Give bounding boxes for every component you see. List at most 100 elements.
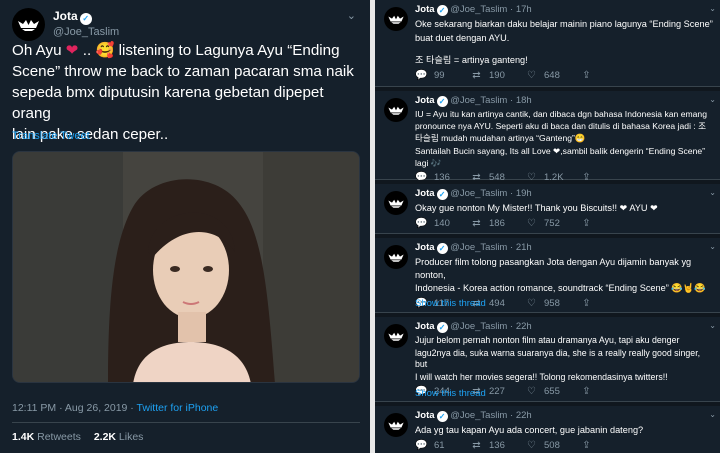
retweet-button[interactable]: ⇄ 186	[470, 218, 525, 229]
reply-button[interactable]: 💬 99	[415, 70, 470, 81]
chevron-down-icon[interactable]: ⌄	[709, 4, 716, 13]
likes-stat[interactable]: 2.2K Likes	[94, 431, 144, 443]
avatar[interactable]	[384, 324, 408, 348]
list-item[interactable]: Jota ✓ @Joe_Taslim · 22h Ada yg tau kapan…	[375, 406, 720, 453]
list-item[interactable]: Jota ✓ @Joe_Taslim · 22h Jujur belom pern…	[375, 317, 720, 402]
tweet-text: Jujur belom pernah nonton film atau dram…	[415, 335, 701, 382]
display-name[interactable]: Jota	[415, 321, 435, 332]
avatar[interactable]	[384, 413, 408, 437]
share-icon: ⇪	[582, 297, 591, 309]
retweets-stat[interactable]: 1.4K Retweets	[12, 431, 81, 443]
share-icon: ⇪	[582, 69, 591, 81]
tweet-photo[interactable]	[12, 151, 360, 383]
like-icon: ♡	[527, 217, 536, 229]
chevron-down-icon[interactable]: ⌄	[347, 9, 356, 22]
retweet-icon: ⇄	[472, 69, 481, 81]
tweet-header: Jota ✓ @Joe_Taslim · 22h	[415, 321, 532, 333]
like-icon: ♡	[527, 297, 536, 309]
display-name[interactable]: Jota	[415, 95, 435, 106]
like-button[interactable]: ♡ 655	[525, 386, 580, 397]
list-item[interactable]: Jota ✓ @Joe_Taslim · 19h Okay gue nonton …	[375, 184, 720, 234]
tweet-text: Oke sekarang biarkan daku belajar mainin…	[415, 19, 713, 65]
tweet-time[interactable]: 17h	[516, 4, 532, 15]
avatar-logo	[18, 20, 39, 31]
verified-icon: ✓	[436, 189, 448, 200]
avatar-logo	[388, 421, 404, 430]
share-button[interactable]: ⇪	[580, 298, 635, 309]
like-button[interactable]: ♡ 648	[525, 70, 580, 81]
user-handle[interactable]: @Joe_Taslim	[450, 321, 507, 332]
reply-button[interactable]: 💬 140	[415, 218, 470, 229]
heart-emoji: ❤	[65, 42, 79, 59]
display-name[interactable]: Jota	[415, 188, 435, 199]
reply-list: Jota ✓ @Joe_Taslim · 17h Oke sekarang bia…	[375, 0, 720, 453]
tweet-time[interactable]: 18h	[516, 95, 532, 106]
avatar[interactable]	[384, 191, 408, 215]
tweet-header: Jota ✓ @Joe_Taslim · 22h	[415, 410, 532, 422]
tweet-time[interactable]: 22h	[516, 321, 532, 332]
tweet-text: Ada yg tau kapan Ayu ada concert, gue ja…	[415, 425, 644, 435]
translate-tweet-link[interactable]: Translate Tweet	[12, 130, 90, 142]
user-handle[interactable]: @Joe_Taslim	[450, 410, 507, 421]
retweet-icon: ⇄	[472, 439, 481, 451]
list-item[interactable]: Jota ✓ @Joe_Taslim · 18h IU = Ayu itu kan…	[375, 91, 720, 183]
list-item[interactable]: Jota ✓ @Joe_Taslim · 17h Oke sekarang bia…	[375, 0, 720, 87]
share-button[interactable]: ⇪	[580, 386, 635, 397]
display-name[interactable]: Jota	[415, 410, 435, 421]
share-button[interactable]: ⇪	[580, 70, 635, 81]
show-thread-link[interactable]: Show this thread	[415, 388, 486, 399]
avatar[interactable]	[12, 8, 45, 41]
user-handle[interactable]: @Joe_Taslim	[450, 4, 507, 15]
share-button[interactable]: ⇪	[580, 440, 635, 451]
tweet-header: Jota ✓ @Joe_Taslim · 18h	[415, 95, 532, 107]
chevron-down-icon[interactable]: ⌄	[709, 188, 716, 197]
display-name[interactable]: Jota	[415, 242, 435, 253]
display-name[interactable]: Jota ✓	[53, 9, 119, 25]
chevron-down-icon[interactable]: ⌄	[709, 321, 716, 330]
engagement-stats: 1.4K Retweets 2.2K Likes	[12, 431, 143, 443]
verified-icon: ✓	[436, 96, 448, 107]
tweet-text: IU = Ayu itu kan artinya cantik, dan dib…	[415, 109, 707, 168]
avatar-logo	[388, 15, 404, 24]
like-button[interactable]: ♡ 752	[525, 218, 580, 229]
reply-icon: 💬	[415, 69, 428, 81]
like-icon: ♡	[527, 439, 536, 451]
smitten-emoji: 🥰	[95, 42, 115, 59]
tweet-time[interactable]: 19h	[516, 188, 532, 199]
list-item[interactable]: Jota ✓ @Joe_Taslim · 21h Producer film to…	[375, 238, 720, 313]
like-button[interactable]: ♡ 508	[525, 440, 580, 451]
photo-illustration	[13, 152, 359, 382]
chevron-down-icon[interactable]: ⌄	[709, 242, 716, 251]
display-name[interactable]: Jota	[415, 4, 435, 15]
retweet-button[interactable]: ⇄ 136	[470, 440, 525, 451]
share-button[interactable]: ⇪	[580, 218, 635, 229]
tweet-actions: 💬 140 ⇄ 186 ♡ 752 ⇪	[415, 218, 714, 229]
tweet-text: Okay gue nonton My Mister!! Thank you Bi…	[415, 203, 658, 213]
share-icon: ⇪	[582, 217, 591, 229]
avatar[interactable]	[384, 7, 408, 31]
divider	[12, 422, 360, 423]
avatar-logo	[388, 332, 404, 341]
verified-icon: ✓	[436, 322, 448, 333]
reply-icon: 💬	[415, 217, 428, 229]
main-tweet: Jota ✓ @Joe_Taslim ⌄ Oh Ayu ❤ .. 🥰 listen…	[0, 0, 370, 453]
tweet-timestamp[interactable]: 12:11 PM · Aug 26, 2019 · Twitter for iP…	[12, 402, 218, 414]
user-handle[interactable]: @Joe_Taslim	[450, 95, 507, 106]
tweet-time[interactable]: 22h	[516, 410, 532, 421]
user-handle[interactable]: @Joe_Taslim	[450, 242, 507, 253]
tweet-time[interactable]: 21h	[516, 242, 532, 253]
like-icon: ♡	[527, 386, 536, 397]
tweet-actions: 💬 61 ⇄ 136 ♡ 508 ⇪	[415, 440, 714, 451]
show-thread-link[interactable]: Show this thread	[415, 298, 486, 309]
avatar[interactable]	[384, 98, 408, 122]
user-handle[interactable]: @Joe_Taslim	[450, 188, 507, 199]
tweet-source-link[interactable]: Twitter for iPhone	[137, 402, 219, 414]
like-button[interactable]: ♡ 958	[525, 298, 580, 309]
verified-icon: ✓	[436, 411, 448, 422]
avatar[interactable]	[384, 245, 408, 269]
chevron-down-icon[interactable]: ⌄	[709, 410, 716, 419]
chevron-down-icon[interactable]: ⌄	[709, 95, 716, 104]
reply-button[interactable]: 💬 61	[415, 440, 470, 451]
retweet-button[interactable]: ⇄ 190	[470, 70, 525, 81]
user-handle[interactable]: @Joe_Taslim	[53, 26, 119, 38]
